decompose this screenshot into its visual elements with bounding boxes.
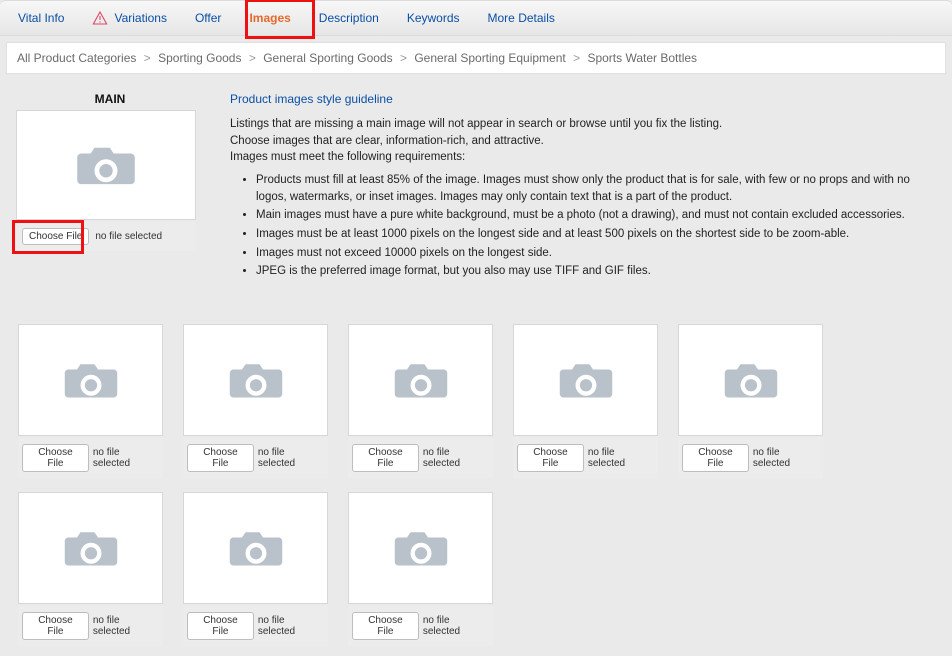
no-file-label: no file selected bbox=[93, 447, 159, 469]
guideline-bullet: Main images must have a pure white backg… bbox=[256, 207, 942, 224]
no-file-label: no file selected bbox=[258, 615, 324, 637]
breadcrumb-item[interactable]: General Sporting Goods bbox=[263, 51, 392, 65]
guideline-bullet: JPEG is the preferred image format, but … bbox=[256, 263, 942, 280]
image-placeholder bbox=[348, 492, 493, 604]
no-file-label: no file selected bbox=[423, 615, 489, 637]
image-slots-row1: Choose Fileno file selected Choose Filen… bbox=[0, 306, 952, 488]
tab-vital-info[interactable]: Vital Info bbox=[4, 1, 78, 35]
main-image-card: Choose File no file selected bbox=[16, 110, 196, 251]
choose-file-button[interactable]: Choose File bbox=[22, 612, 89, 640]
choose-file-button[interactable]: Choose File bbox=[22, 444, 89, 472]
guideline-text: Listings that are missing a main image w… bbox=[230, 116, 942, 133]
guideline-text: Images must meet the following requireme… bbox=[230, 149, 942, 166]
camera-icon bbox=[558, 359, 614, 401]
image-placeholder bbox=[18, 324, 163, 436]
camera-icon bbox=[63, 359, 119, 401]
image-slot: Choose Fileno file selected bbox=[183, 492, 328, 646]
camera-icon bbox=[723, 359, 779, 401]
image-placeholder bbox=[348, 324, 493, 436]
tab-more-details[interactable]: More Details bbox=[474, 1, 569, 35]
breadcrumb-sep: > bbox=[144, 51, 151, 65]
image-slot: Choose Fileno file selected bbox=[183, 324, 328, 478]
tab-label: Variations bbox=[114, 11, 166, 25]
main-image-label: MAIN bbox=[10, 92, 210, 106]
no-file-label: no file selected bbox=[588, 447, 654, 469]
guidelines-title[interactable]: Product images style guideline bbox=[230, 92, 942, 106]
image-placeholder bbox=[183, 324, 328, 436]
tab-images[interactable]: Images bbox=[235, 1, 304, 35]
image-slot: Choose Fileno file selected bbox=[18, 492, 163, 646]
no-file-label: no file selected bbox=[93, 615, 159, 637]
choose-file-button[interactable]: Choose File bbox=[187, 612, 254, 640]
image-placeholder bbox=[678, 324, 823, 436]
guideline-bullet: Images must not exceed 10000 pixels on t… bbox=[256, 245, 942, 262]
image-slot: Choose Fileno file selected bbox=[348, 324, 493, 478]
tabs-bar: Vital Info Variations Offer Images Descr… bbox=[0, 0, 952, 36]
image-slot: Choose Fileno file selected bbox=[18, 324, 163, 478]
breadcrumb-sep: > bbox=[573, 51, 580, 65]
choose-file-button[interactable]: Choose File bbox=[517, 444, 584, 472]
breadcrumb-sep: > bbox=[400, 51, 407, 65]
choose-file-button[interactable]: Choose File bbox=[187, 444, 254, 472]
breadcrumb-item[interactable]: All Product Categories bbox=[17, 51, 136, 65]
tab-keywords[interactable]: Keywords bbox=[393, 1, 474, 35]
choose-file-button[interactable]: Choose File bbox=[22, 228, 89, 245]
guideline-bullet: Images must be at least 1000 pixels on t… bbox=[256, 226, 942, 243]
breadcrumb-item[interactable]: General Sporting Equipment bbox=[414, 51, 565, 65]
no-file-label: no file selected bbox=[95, 231, 162, 242]
tab-label: More Details bbox=[488, 11, 555, 25]
tab-label: Vital Info bbox=[18, 11, 64, 25]
image-placeholder bbox=[183, 492, 328, 604]
choose-file-button[interactable]: Choose File bbox=[352, 444, 419, 472]
tab-variations[interactable]: Variations bbox=[78, 1, 180, 35]
camera-icon bbox=[228, 359, 284, 401]
no-file-label: no file selected bbox=[423, 447, 489, 469]
breadcrumb: All Product Categories > Sporting Goods … bbox=[6, 42, 946, 74]
tab-label: Images bbox=[249, 11, 290, 25]
warning-icon bbox=[92, 10, 108, 26]
tab-label: Description bbox=[319, 11, 379, 25]
no-file-label: no file selected bbox=[753, 447, 819, 469]
breadcrumb-item[interactable]: Sporting Goods bbox=[158, 51, 241, 65]
tab-offer[interactable]: Offer bbox=[181, 1, 235, 35]
tab-label: Keywords bbox=[407, 11, 460, 25]
choose-file-button[interactable]: Choose File bbox=[352, 612, 419, 640]
guideline-bullet: Products must fill at least 85% of the i… bbox=[256, 172, 942, 205]
camera-icon bbox=[393, 527, 449, 569]
camera-icon bbox=[228, 527, 284, 569]
image-slots-row2: Choose Fileno file selected Choose Filen… bbox=[0, 488, 952, 656]
image-placeholder bbox=[513, 324, 658, 436]
camera-icon bbox=[63, 527, 119, 569]
tab-label: Offer bbox=[195, 11, 221, 25]
main-image-placeholder bbox=[16, 110, 196, 220]
image-slot: Choose Fileno file selected bbox=[513, 324, 658, 478]
guideline-text: Choose images that are clear, informatio… bbox=[230, 133, 942, 150]
image-slot: Choose Fileno file selected bbox=[678, 324, 823, 478]
choose-file-button[interactable]: Choose File bbox=[682, 444, 749, 472]
image-slot: Choose Fileno file selected bbox=[348, 492, 493, 646]
camera-icon bbox=[75, 142, 137, 188]
breadcrumb-item[interactable]: Sports Water Bottles bbox=[587, 51, 697, 65]
guidelines: Product images style guideline Listings … bbox=[230, 92, 942, 282]
breadcrumb-sep: > bbox=[249, 51, 256, 65]
image-placeholder bbox=[18, 492, 163, 604]
no-file-label: no file selected bbox=[258, 447, 324, 469]
tab-description[interactable]: Description bbox=[305, 1, 393, 35]
camera-icon bbox=[393, 359, 449, 401]
